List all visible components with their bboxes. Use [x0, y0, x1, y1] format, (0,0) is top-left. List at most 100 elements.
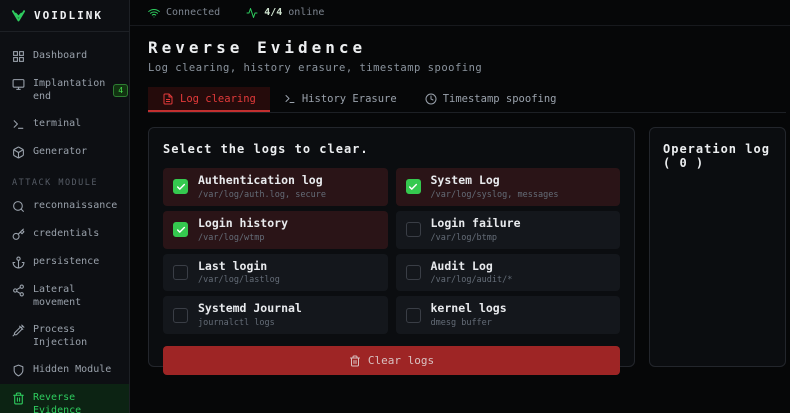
implant-count-badge: 4 — [113, 84, 128, 97]
log-title: Authentication log — [198, 174, 326, 188]
log-row-audit-log[interactable]: Audit Log/var/log/audit/* — [396, 254, 621, 292]
shield-icon — [12, 364, 25, 377]
checkbox-icon[interactable] — [406, 308, 421, 323]
voidlink-logo-icon — [11, 8, 26, 23]
panels-row: Select the logs to clear. Authentication… — [148, 127, 786, 367]
online-status: 4/4 online — [246, 7, 324, 19]
sidebar-item-label: credentials — [33, 227, 117, 240]
main-area: Connected 4/4 online Reverse Evidence Lo… — [130, 0, 790, 413]
sidebar-item-label: reconnaissance — [33, 199, 117, 212]
checkbox-icon[interactable] — [173, 265, 188, 280]
log-row-systemd-journal[interactable]: Systemd Journal journalctl logs — [163, 296, 388, 334]
wifi-icon — [148, 7, 160, 19]
sidebar-item-terminal[interactable]: terminal — [0, 110, 129, 138]
anchor-icon — [12, 256, 25, 269]
check-icon — [176, 225, 186, 235]
sidebar-item-reverse-evidence[interactable]: Reverse Evidence — [0, 384, 129, 413]
clear-logs-button-label: Clear logs — [368, 354, 434, 367]
trash-icon — [12, 392, 25, 405]
clear-logs-button[interactable]: Clear logs — [163, 346, 620, 375]
sidebar-item-label: Generator — [33, 145, 117, 158]
log-title: System Log — [431, 174, 559, 188]
log-path: journalctl logs — [198, 318, 302, 328]
key-icon — [12, 228, 25, 241]
sidebar-item-persistence[interactable]: persistence — [0, 248, 129, 276]
brand-header: VOIDLINK — [0, 0, 129, 32]
checkbox-icon[interactable] — [173, 179, 188, 194]
sidebar-item-label: terminal — [33, 117, 117, 130]
syringe-icon — [12, 324, 25, 337]
checkbox-icon[interactable] — [406, 179, 421, 194]
section-label-attack-module: ATTACK MODULE — [0, 166, 129, 192]
file-text-icon — [162, 93, 174, 105]
activity-icon — [246, 7, 258, 19]
tab-bar: Log clearing History Erasure Timestamp s… — [148, 87, 786, 113]
topbar: Connected 4/4 online — [130, 0, 790, 26]
terminal-icon — [284, 93, 296, 105]
page-subtitle: Log clearing, history erasure, timestamp… — [148, 62, 786, 74]
sidebar-nav: Dashboard Implantation end 4 terminal Ge… — [0, 32, 129, 413]
checkbox-icon[interactable] — [406, 222, 421, 237]
sidebar-item-label: persistence — [33, 255, 117, 268]
log-path: /var/log/auth.log, secure — [198, 190, 326, 200]
online-label: online — [288, 7, 324, 18]
tab-label: History Erasure — [302, 93, 397, 105]
log-title: Systemd Journal — [198, 302, 302, 316]
check-icon — [408, 182, 418, 192]
log-row-system-log[interactable]: System Log/var/log/syslog, messages — [396, 168, 621, 206]
tab-log-clearing[interactable]: Log clearing — [148, 87, 270, 112]
tab-history-erasure[interactable]: History Erasure — [270, 87, 411, 112]
package-icon — [12, 146, 25, 159]
log-row-authentication-log[interactable]: Authentication log/var/log/auth.log, sec… — [163, 168, 388, 206]
log-path: /var/log/btmp — [431, 233, 521, 243]
online-count: 4/4 — [264, 7, 282, 18]
sidebar-item-label: Implantation end — [33, 77, 105, 103]
checkbox-icon[interactable] — [173, 222, 188, 237]
log-title: Audit Log — [431, 260, 513, 274]
log-clearing-panel: Select the logs to clear. Authentication… — [148, 127, 635, 367]
sidebar-item-lateral-movement[interactable]: Lateral movement — [0, 276, 129, 316]
log-row-login-history[interactable]: Login history/var/log/wtmp — [163, 211, 388, 249]
search-icon — [12, 200, 25, 213]
connection-status: Connected — [148, 7, 220, 19]
tab-label: Timestamp spoofing — [443, 93, 557, 105]
checkbox-icon[interactable] — [173, 308, 188, 323]
log-clearing-heading: Select the logs to clear. — [163, 142, 620, 156]
log-path: /var/log/wtmp — [198, 233, 288, 243]
sidebar-item-generator[interactable]: Generator — [0, 138, 129, 166]
sidebar-item-dashboard[interactable]: Dashboard — [0, 42, 129, 70]
operation-log-heading: Operation log ( 0 ) — [663, 142, 772, 170]
log-path: /var/log/lastlog — [198, 275, 280, 285]
tab-label: Log clearing — [180, 93, 256, 105]
log-title: kernel logs — [431, 302, 507, 316]
sidebar-item-label: Hidden Module — [33, 363, 117, 376]
operation-log-panel: Operation log ( 0 ) — [649, 127, 786, 367]
sidebar-item-implantation-end[interactable]: Implantation end 4 — [0, 70, 129, 110]
sidebar-item-label: Process Injection — [33, 323, 117, 349]
share-network-icon — [12, 284, 25, 297]
log-path: /var/log/audit/* — [431, 275, 513, 285]
log-row-kernel-logs[interactable]: kernel logs dmesg buffer — [396, 296, 621, 334]
sidebar-item-hidden-module[interactable]: Hidden Module — [0, 356, 129, 384]
sidebar: VOIDLINK Dashboard Implantation end 4 te… — [0, 0, 130, 413]
log-grid: Authentication log/var/log/auth.log, sec… — [163, 168, 620, 334]
check-icon — [176, 182, 186, 192]
sidebar-item-label: Reverse Evidence — [33, 391, 117, 413]
log-title: Login history — [198, 217, 288, 231]
grid-icon — [12, 50, 25, 63]
log-row-login-failure[interactable]: Login failure/var/log/btmp — [396, 211, 621, 249]
trash-icon — [349, 355, 361, 367]
log-title: Login failure — [431, 217, 521, 231]
sidebar-item-credentials[interactable]: credentials — [0, 220, 129, 248]
log-row-last-login[interactable]: Last login/var/log/lastlog — [163, 254, 388, 292]
sidebar-item-process-injection[interactable]: Process Injection — [0, 316, 129, 356]
brand-name: VOIDLINK — [34, 9, 103, 22]
log-path: dmesg buffer — [431, 318, 507, 328]
connection-status-label: Connected — [166, 7, 220, 18]
monitor-icon — [12, 78, 25, 91]
checkbox-icon[interactable] — [406, 265, 421, 280]
sidebar-item-reconnaissance[interactable]: reconnaissance — [0, 192, 129, 220]
page-title: Reverse Evidence — [148, 38, 786, 57]
tab-timestamp-spoofing[interactable]: Timestamp spoofing — [411, 87, 571, 112]
clock-icon — [425, 93, 437, 105]
